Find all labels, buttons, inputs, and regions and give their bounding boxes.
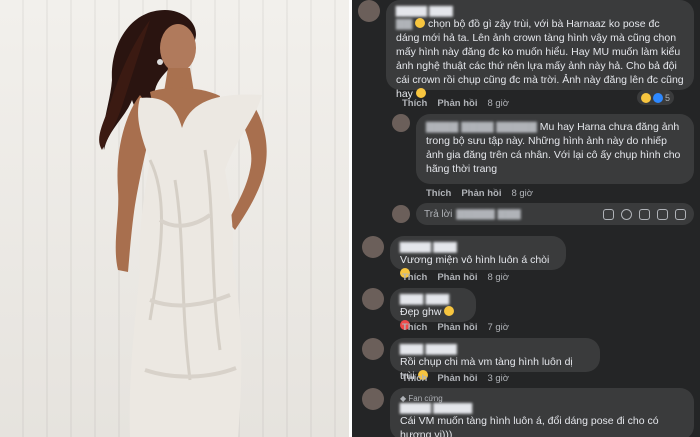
comment-author[interactable]: ▇▇▇ ▇▇▇: [400, 294, 466, 305]
comment-author[interactable]: ▇▇▇▇ ▇▇▇: [400, 242, 556, 253]
comment-time: 7 giờ: [487, 322, 510, 333]
comment-bubble: ▇▇▇▇ ▇▇▇ ▇▇ chọn bộ đồ gì zậy trùi, với …: [386, 0, 694, 100]
reply-button[interactable]: Phản hồi: [437, 272, 477, 283]
avatar[interactable]: [362, 388, 384, 410]
gif-icon[interactable]: [657, 208, 668, 220]
comment-time: 3 giờ: [487, 373, 510, 384]
model-illustration: [99, 10, 267, 437]
like-button[interactable]: Thích: [402, 322, 427, 333]
comment-time: 8 giờ: [511, 188, 534, 199]
comment-author[interactable]: ▇▇▇ ▇▇▇▇: [400, 344, 590, 355]
avatar[interactable]: [358, 0, 380, 22]
comment-author[interactable]: ▇▇▇▇ ▇▇▇▇▇: [400, 403, 684, 414]
reply-button[interactable]: Phản hồi: [461, 188, 501, 199]
comment-actions: Thích Phản hồi 8 giờ: [402, 272, 519, 283]
comment-text: ▇▇ chọn bộ đồ gì zậy trùi, với bà Harnaa…: [396, 18, 684, 100]
reply-input[interactable]: Trả lời ▇▇▇▇▇ ▇▇▇: [416, 203, 694, 225]
comment-author[interactable]: ▇▇▇▇ ▇▇▇▇ ▇▇▇▇▇: [426, 121, 540, 133]
reaction-count[interactable]: 5: [637, 90, 675, 105]
like-button[interactable]: Thích: [402, 98, 427, 109]
emoji-icon[interactable]: [621, 208, 632, 220]
reply-placeholder: Trả lời: [424, 208, 453, 220]
comment-text: ▇▇▇▇ ▇▇▇▇ ▇▇▇▇▇ Mu hay Harna chưa đăng ả…: [426, 121, 681, 175]
fan-badge: ◆ Fan cứng: [400, 394, 443, 403]
comment-bubble: ▇▇▇ ▇▇▇ Đẹp ghw: [390, 288, 476, 330]
like-button[interactable]: Thích: [402, 272, 427, 283]
reply-button[interactable]: Phản hồi: [437, 98, 477, 109]
avatar[interactable]: [392, 114, 410, 132]
avatar[interactable]: [362, 338, 384, 360]
comments-panel: ▇▇▇▇ ▇▇▇ ▇▇ chọn bộ đồ gì zậy trùi, với …: [352, 0, 700, 437]
comment-bubble: ▇▇▇▇ ▇▇▇▇ ▇▇▇▇▇ Mu hay Harna chưa đăng ả…: [416, 114, 694, 184]
comment-time: 8 giờ: [487, 98, 510, 109]
attachment-icon[interactable]: [675, 208, 686, 220]
like-button[interactable]: Thích: [402, 373, 427, 384]
comment-text: Cái VM muốn tàng hình luôn á, đổi dáng p…: [400, 415, 659, 437]
camera-icon[interactable]: [639, 208, 650, 220]
comment-actions: Thích Phản hồi 3 giờ: [402, 373, 519, 384]
comment-bubble: ▇▇▇▇ ▇▇▇ Vương miện vô hình luôn á chòi: [390, 236, 566, 278]
comment-bubble: ◆ Fan cứng ▇▇▇▇ ▇▇▇▇▇ Cái VM muốn tàng h…: [390, 388, 694, 437]
reply-button[interactable]: Phản hồi: [437, 322, 477, 333]
avatar[interactable]: [362, 236, 384, 258]
comment-actions: Thích Phản hồi 7 giờ: [402, 322, 519, 333]
avatar[interactable]: [362, 288, 384, 310]
comment-author[interactable]: ▇▇▇▇ ▇▇▇: [396, 6, 684, 17]
avatar: [392, 205, 410, 223]
reply-button[interactable]: Phản hồi: [437, 373, 477, 384]
comment-time: 8 giờ: [487, 272, 510, 283]
comment-actions: Thích Phản hồi 8 giờ: [402, 98, 519, 109]
like-button[interactable]: Thích: [426, 188, 451, 199]
fashion-photo: [0, 0, 349, 437]
sticker-icon[interactable]: [603, 208, 614, 220]
comment-bubble: ▇▇▇ ▇▇▇▇ Rồi chụp chi mà vm tàng hình lu…: [390, 338, 600, 382]
screenshot: ▇▇▇▇ ▇▇▇ ▇▇ chọn bộ đồ gì zậy trùi, với …: [0, 0, 700, 437]
comment-actions: Thích Phản hồi 8 giờ: [426, 188, 543, 199]
